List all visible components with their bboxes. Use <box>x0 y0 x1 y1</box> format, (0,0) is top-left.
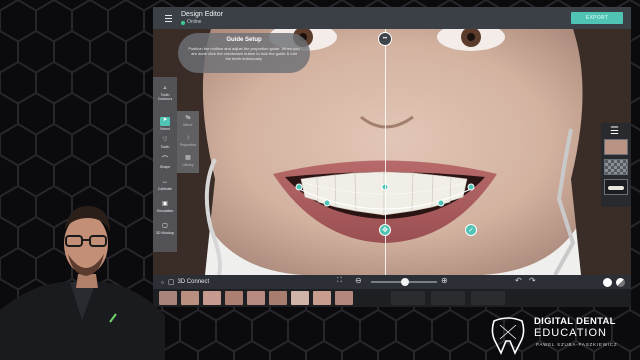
photo-thumbnail-strip <box>153 289 631 307</box>
tooth-outline-icon: ♡ <box>162 137 168 143</box>
secondary-toolbox: ↹ Mirror ↕ Proportion ▦ Library <box>177 111 199 173</box>
mirror-icon: ↹ <box>185 115 191 121</box>
design-editor-window: Design Editor Online EXPORT •• ✥ ✓ Guide… <box>153 7 631 307</box>
cursor-icon: ➤ <box>160 117 170 126</box>
tool-tooth[interactable]: ♡ Tooth <box>154 137 176 149</box>
tooth-logo-icon <box>491 317 525 355</box>
tooth-icon: ▵ <box>163 85 167 91</box>
zoom-out-icon[interactable]: ⊖ <box>355 276 362 285</box>
layers-icon[interactable]: ☰ <box>610 126 619 137</box>
logo-line-3: PAWEL SZUBA-PASZKIEWICZ <box>536 342 618 347</box>
photo-thumbnail[interactable] <box>181 291 199 305</box>
curve-icon: ⌒ <box>161 157 168 163</box>
logo-line-2: EDUCATION <box>534 327 607 339</box>
3d-connect-button[interactable]: ▢ 3D Connect <box>168 278 209 286</box>
logo-line-1: DIGITAL DENTAL <box>534 316 616 327</box>
guide-setup-text: Position the midline and adjust the prop… <box>188 46 300 61</box>
tool-tooth-contours[interactable]: ▵ Tooth Contours <box>154 85 176 101</box>
teeth-thumbnail[interactable] <box>431 291 465 305</box>
calibrate-icon: ↔ <box>162 179 168 185</box>
white-toggle-icon[interactable] <box>603 278 612 287</box>
thumbnail-teeth-library[interactable] <box>604 179 628 195</box>
confirm-guide-checkmark-icon[interactable]: ✓ <box>465 224 477 236</box>
undo-icon[interactable]: ↶ <box>515 276 522 285</box>
3d-connect-label: 3D Connect <box>177 279 210 285</box>
photo-thumbnail[interactable] <box>203 291 221 305</box>
fit-screen-icon[interactable]: ⛶ <box>337 277 342 285</box>
tool-mirror[interactable]: ↹ Mirror <box>177 115 199 127</box>
online-status-dot <box>181 20 185 25</box>
midline-top-handle-icon[interactable]: •• <box>378 32 392 46</box>
app-title: Design Editor <box>181 11 224 18</box>
redo-icon[interactable]: ↷ <box>529 276 536 285</box>
tool-proportion[interactable]: ↕ Proportion <box>177 135 199 147</box>
teeth-thumbnail[interactable] <box>391 291 425 305</box>
title-bar: Design Editor Online EXPORT <box>153 7 631 29</box>
photo-thumbnail[interactable] <box>313 291 331 305</box>
tool-select[interactable]: ➤ Select <box>154 117 176 131</box>
library-icon: ▦ <box>185 155 191 161</box>
guide-setup-heading: Guide Setup <box>226 37 262 43</box>
tool-shape[interactable]: ⌒ Shape <box>154 157 176 169</box>
midline-center-handle-icon[interactable]: ✥ <box>379 224 391 236</box>
photo-thumbnail[interactable] <box>225 291 243 305</box>
zoom-slider[interactable] <box>371 278 437 286</box>
photo-thumbnail[interactable] <box>291 291 309 305</box>
photo-thumbnail[interactable] <box>247 291 265 305</box>
thumbnail-face[interactable] <box>604 139 628 155</box>
zoom-slider-knob[interactable] <box>401 278 409 286</box>
photo-thumbnail[interactable] <box>269 291 287 305</box>
mask-toggle-icon[interactable] <box>616 278 625 287</box>
zoom-in-icon[interactable]: ⊕ <box>441 276 448 285</box>
cube-small-icon: ▢ <box>167 279 175 286</box>
hamburger-menu-icon[interactable] <box>159 7 177 29</box>
right-layer-panel: ☰ <box>601 123 631 207</box>
thumbnail-transparency[interactable] <box>604 159 628 175</box>
online-status-text: Online <box>187 19 202 25</box>
guide-setup-tooltip: Guide Setup Position the midline and adj… <box>178 33 310 73</box>
midline-guide[interactable] <box>385 29 386 275</box>
digital-dental-education-logo: DIGITAL DENTAL EDUCATION PAWEL SZUBA-PAS… <box>486 312 636 358</box>
photo-thumbnail[interactable] <box>335 291 353 305</box>
proportion-icon: ↕ <box>186 135 190 141</box>
bottom-toolbar: ▫ ▢ 3D Connect ⛶ ⊖ ⊕ ↶ ↷ <box>153 275 631 289</box>
tool-library[interactable]: ▦ Library <box>177 155 199 167</box>
teeth-thumbnail[interactable] <box>471 291 505 305</box>
export-button[interactable]: EXPORT <box>571 12 623 24</box>
presenter-webcam <box>0 205 165 360</box>
